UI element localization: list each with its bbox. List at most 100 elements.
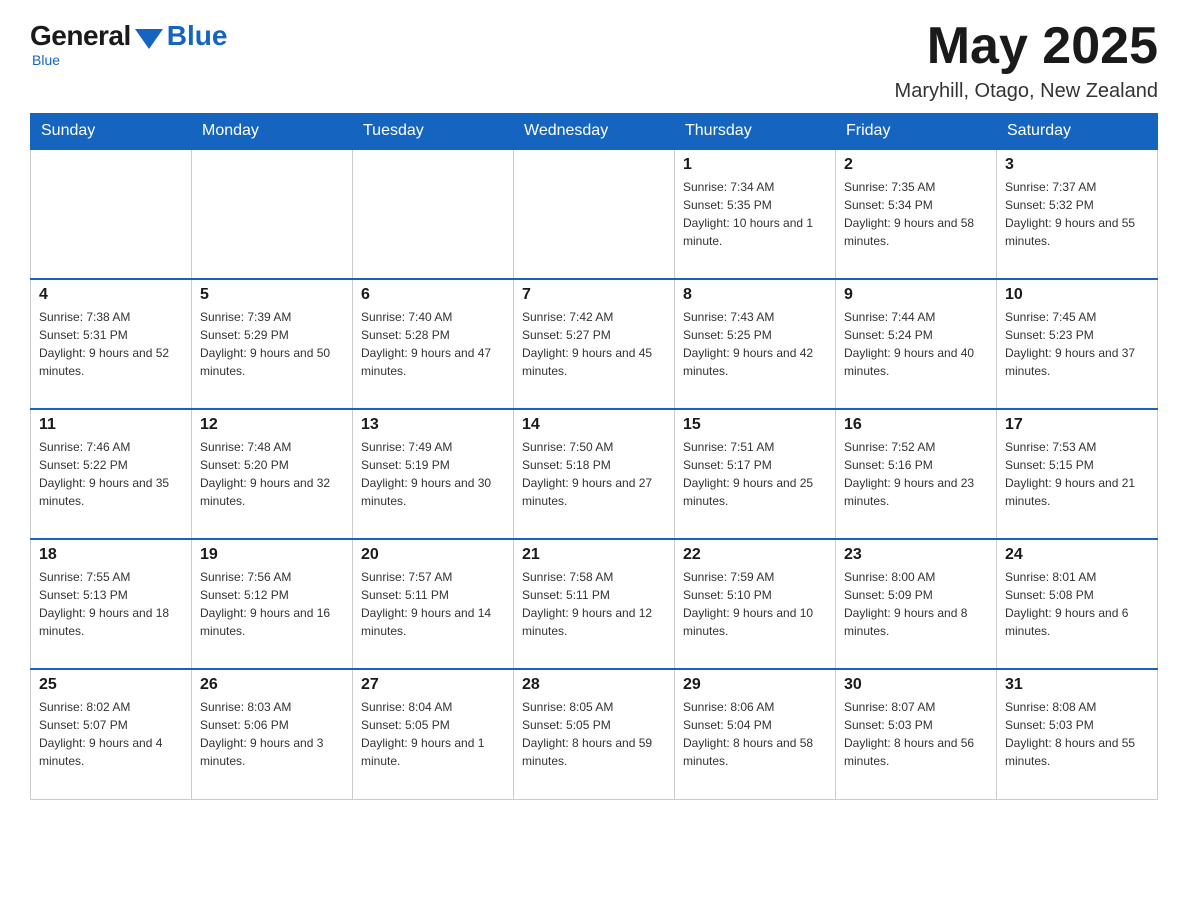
calendar-cell: 3 Sunrise: 7:37 AM Sunset: 5:32 PM Daylig…: [997, 149, 1158, 279]
calendar-cell: 31Sunrise: 8:08 AM Sunset: 5:03 PM Dayli…: [997, 669, 1158, 799]
page-header: General Blue Blue May 2025 Maryhill, Ota…: [30, 20, 1158, 103]
day-info: Sunrise: 8:01 AM Sunset: 5:08 PM Dayligh…: [1005, 568, 1149, 640]
day-info: Sunrise: 7:43 AM Sunset: 5:25 PM Dayligh…: [683, 308, 827, 380]
day-number: 22: [683, 546, 827, 564]
calendar-cell: 26 Sunrise: 8:03 AM Sunset: 5:06 PM Dayli…: [192, 669, 353, 799]
calendar-cell: 6 Sunrise: 7:40 AM Sunset: 5:28 PM Daylig…: [353, 279, 514, 409]
day-number: 8: [683, 286, 827, 304]
logo: General Blue Blue: [30, 20, 227, 68]
day-number: 6: [361, 286, 505, 304]
day-of-week-header: Saturday: [997, 114, 1158, 150]
day-info: Sunrise: 7:49 AM Sunset: 5:19 PM Dayligh…: [361, 438, 505, 510]
day-number: 21: [522, 546, 666, 564]
calendar-cell: [192, 149, 353, 279]
calendar-week-row: 11 Sunrise: 7:46 AM Sunset: 5:22 PM Dayli…: [31, 409, 1158, 539]
day-info: Sunrise: 7:46 AM Sunset: 5:22 PM Dayligh…: [39, 438, 183, 510]
day-number: 25: [39, 676, 183, 694]
calendar-cell: 12 Sunrise: 7:48 AM Sunset: 5:20 PM Dayli…: [192, 409, 353, 539]
day-number: 17: [1005, 416, 1149, 434]
logo-tagline: Blue: [32, 52, 60, 68]
day-info: Sunrise: 7:40 AM Sunset: 5:28 PM Dayligh…: [361, 308, 505, 380]
logo-blue-text: Blue: [167, 20, 228, 52]
day-info: Sunrise: 8:00 AM Sunset: 5:09 PM Dayligh…: [844, 568, 988, 640]
day-number: 14: [522, 416, 666, 434]
calendar-cell: [353, 149, 514, 279]
day-info: Sunrise: 7:35 AM Sunset: 5:34 PM Dayligh…: [844, 178, 988, 250]
day-number: 12: [200, 416, 344, 434]
day-info: Sunrise: 7:55 AM Sunset: 5:13 PM Dayligh…: [39, 568, 183, 640]
day-info: Sunrise: 7:48 AM Sunset: 5:20 PM Dayligh…: [200, 438, 344, 510]
day-info: Sunrise: 8:04 AM Sunset: 5:05 PM Dayligh…: [361, 698, 505, 770]
day-number: 19: [200, 546, 344, 564]
calendar-cell: 4 Sunrise: 7:38 AM Sunset: 5:31 PM Daylig…: [31, 279, 192, 409]
day-info: Sunrise: 7:42 AM Sunset: 5:27 PM Dayligh…: [522, 308, 666, 380]
calendar-cell: 19 Sunrise: 7:56 AM Sunset: 5:12 PM Dayli…: [192, 539, 353, 669]
day-number: 18: [39, 546, 183, 564]
day-info: Sunrise: 7:58 AM Sunset: 5:11 PM Dayligh…: [522, 568, 666, 640]
day-number: 11: [39, 416, 183, 434]
location-label: Maryhill, Otago, New Zealand: [895, 80, 1158, 103]
calendar-week-row: 25 Sunrise: 8:02 AM Sunset: 5:07 PM Dayli…: [31, 669, 1158, 799]
calendar-table: SundayMondayTuesdayWednesdayThursdayFrid…: [30, 113, 1158, 800]
day-number: 3: [1005, 156, 1149, 174]
calendar-cell: 25 Sunrise: 8:02 AM Sunset: 5:07 PM Dayli…: [31, 669, 192, 799]
day-of-week-header: Wednesday: [514, 114, 675, 150]
calendar-cell: 10Sunrise: 7:45 AM Sunset: 5:23 PM Dayli…: [997, 279, 1158, 409]
day-number: 23: [844, 546, 988, 564]
day-number: 2: [844, 156, 988, 174]
calendar-cell: 21 Sunrise: 7:58 AM Sunset: 5:11 PM Dayli…: [514, 539, 675, 669]
day-info: Sunrise: 7:59 AM Sunset: 5:10 PM Dayligh…: [683, 568, 827, 640]
calendar-cell: [514, 149, 675, 279]
calendar-cell: 13 Sunrise: 7:49 AM Sunset: 5:19 PM Dayli…: [353, 409, 514, 539]
calendar-cell: 22 Sunrise: 7:59 AM Sunset: 5:10 PM Dayli…: [675, 539, 836, 669]
calendar-cell: [31, 149, 192, 279]
day-info: Sunrise: 7:44 AM Sunset: 5:24 PM Dayligh…: [844, 308, 988, 380]
calendar-cell: 5Sunrise: 7:39 AM Sunset: 5:29 PM Daylig…: [192, 279, 353, 409]
day-info: Sunrise: 8:08 AM Sunset: 5:03 PM Dayligh…: [1005, 698, 1149, 770]
calendar-cell: 2 Sunrise: 7:35 AM Sunset: 5:34 PM Daylig…: [836, 149, 997, 279]
calendar-cell: 15Sunrise: 7:51 AM Sunset: 5:17 PM Dayli…: [675, 409, 836, 539]
day-number: 15: [683, 416, 827, 434]
day-of-week-header: Tuesday: [353, 114, 514, 150]
day-info: Sunrise: 7:38 AM Sunset: 5:31 PM Dayligh…: [39, 308, 183, 380]
day-number: 7: [522, 286, 666, 304]
day-number: 16: [844, 416, 988, 434]
day-info: Sunrise: 7:53 AM Sunset: 5:15 PM Dayligh…: [1005, 438, 1149, 510]
calendar-cell: 20Sunrise: 7:57 AM Sunset: 5:11 PM Dayli…: [353, 539, 514, 669]
day-number: 24: [1005, 546, 1149, 564]
day-info: Sunrise: 8:02 AM Sunset: 5:07 PM Dayligh…: [39, 698, 183, 770]
month-title: May 2025: [895, 20, 1158, 72]
calendar-week-row: 18 Sunrise: 7:55 AM Sunset: 5:13 PM Dayli…: [31, 539, 1158, 669]
day-of-week-header: Friday: [836, 114, 997, 150]
calendar-cell: 28Sunrise: 8:05 AM Sunset: 5:05 PM Dayli…: [514, 669, 675, 799]
calendar-cell: 30Sunrise: 8:07 AM Sunset: 5:03 PM Dayli…: [836, 669, 997, 799]
calendar-header-row: SundayMondayTuesdayWednesdayThursdayFrid…: [31, 114, 1158, 150]
calendar-cell: 24 Sunrise: 8:01 AM Sunset: 5:08 PM Dayli…: [997, 539, 1158, 669]
logo-general-text: General: [30, 20, 131, 52]
day-info: Sunrise: 7:37 AM Sunset: 5:32 PM Dayligh…: [1005, 178, 1149, 250]
calendar-cell: 14 Sunrise: 7:50 AM Sunset: 5:18 PM Dayli…: [514, 409, 675, 539]
day-number: 4: [39, 286, 183, 304]
day-info: Sunrise: 7:57 AM Sunset: 5:11 PM Dayligh…: [361, 568, 505, 640]
day-number: 26: [200, 676, 344, 694]
calendar-cell: 8 Sunrise: 7:43 AM Sunset: 5:25 PM Daylig…: [675, 279, 836, 409]
day-number: 30: [844, 676, 988, 694]
calendar-cell: 9Sunrise: 7:44 AM Sunset: 5:24 PM Daylig…: [836, 279, 997, 409]
logo-triangle-icon: [135, 29, 163, 49]
day-info: Sunrise: 8:05 AM Sunset: 5:05 PM Dayligh…: [522, 698, 666, 770]
day-info: Sunrise: 7:39 AM Sunset: 5:29 PM Dayligh…: [200, 308, 344, 380]
calendar-cell: 16 Sunrise: 7:52 AM Sunset: 5:16 PM Dayli…: [836, 409, 997, 539]
day-number: 27: [361, 676, 505, 694]
calendar-cell: 27 Sunrise: 8:04 AM Sunset: 5:05 PM Dayli…: [353, 669, 514, 799]
day-info: Sunrise: 7:52 AM Sunset: 5:16 PM Dayligh…: [844, 438, 988, 510]
day-info: Sunrise: 7:56 AM Sunset: 5:12 PM Dayligh…: [200, 568, 344, 640]
calendar-week-row: 1Sunrise: 7:34 AM Sunset: 5:35 PM Daylig…: [31, 149, 1158, 279]
day-info: Sunrise: 8:03 AM Sunset: 5:06 PM Dayligh…: [200, 698, 344, 770]
day-number: 13: [361, 416, 505, 434]
day-of-week-header: Thursday: [675, 114, 836, 150]
calendar-cell: 23 Sunrise: 8:00 AM Sunset: 5:09 PM Dayli…: [836, 539, 997, 669]
calendar-cell: 11 Sunrise: 7:46 AM Sunset: 5:22 PM Dayli…: [31, 409, 192, 539]
calendar-cell: 17 Sunrise: 7:53 AM Sunset: 5:15 PM Dayli…: [997, 409, 1158, 539]
day-info: Sunrise: 7:50 AM Sunset: 5:18 PM Dayligh…: [522, 438, 666, 510]
day-of-week-header: Sunday: [31, 114, 192, 150]
